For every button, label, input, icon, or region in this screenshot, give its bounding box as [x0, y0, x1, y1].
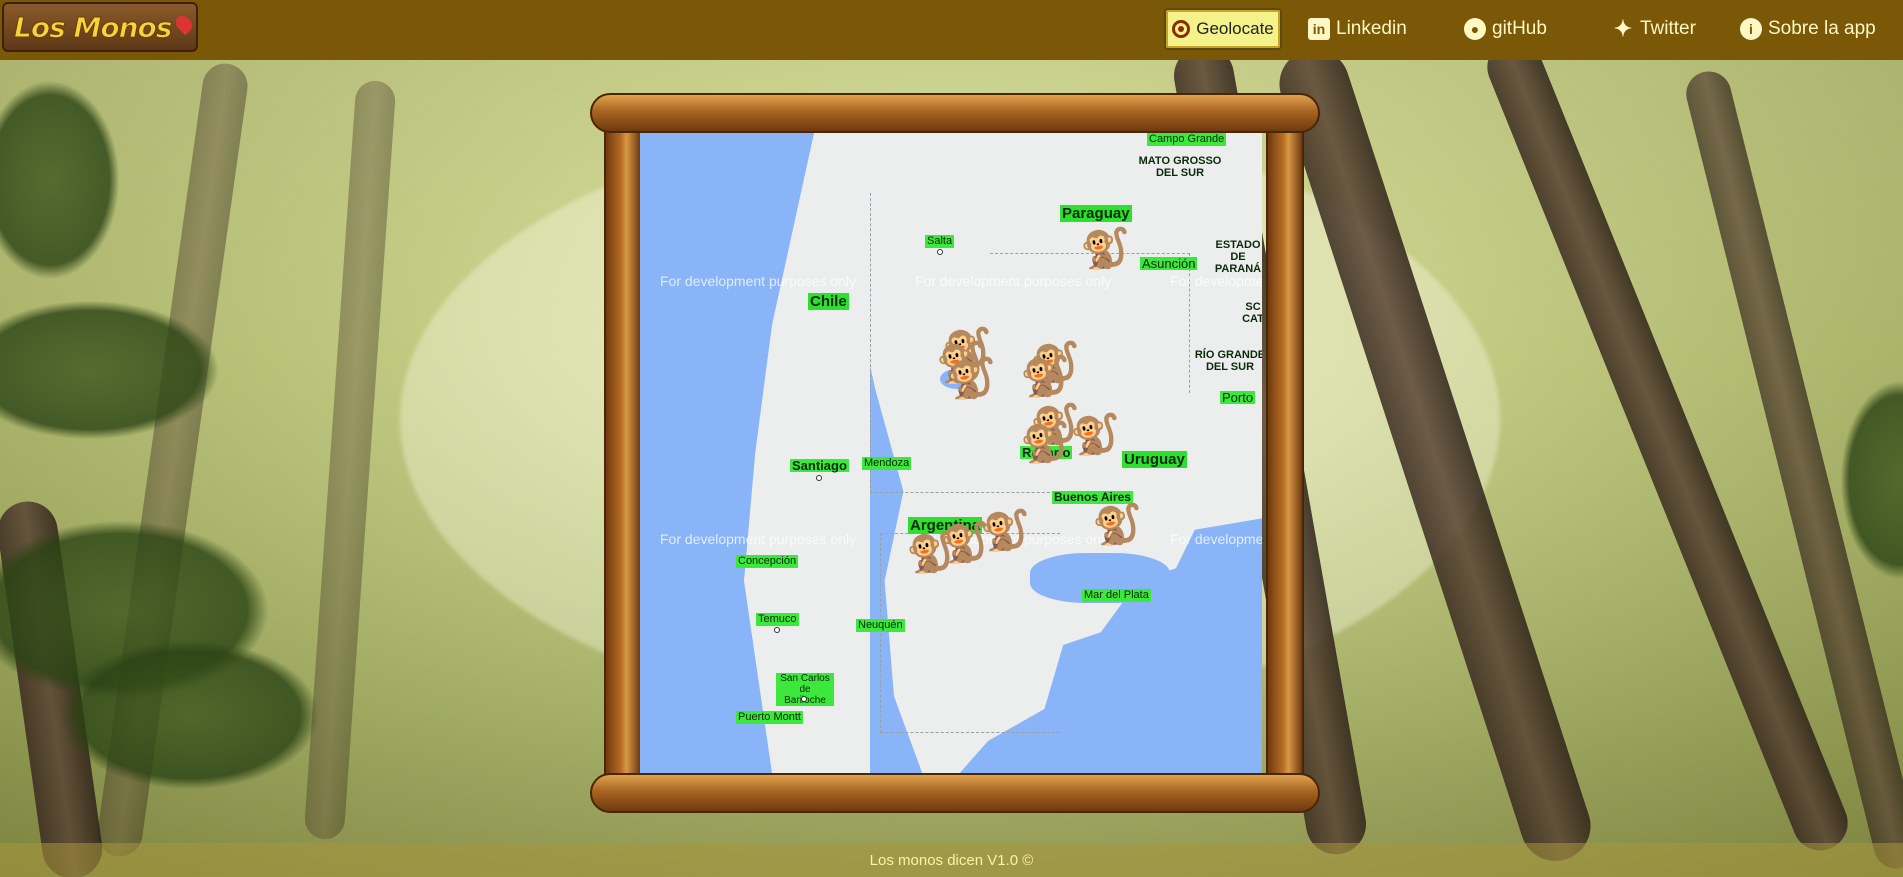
map-watermark: For development purposes only [1170, 273, 1262, 289]
crosshair-icon [1172, 20, 1191, 38]
frame-log-top [590, 93, 1320, 133]
map-watermark: For development purposes only [915, 273, 1112, 289]
monkey-marker[interactable]: 🐒 [980, 511, 1030, 551]
footer-text: Los monos dicen V1.0 © [869, 851, 1034, 869]
palm-leaves [60, 640, 320, 790]
map-watermark: For development purposes only [660, 273, 857, 289]
linkedin-label: Linkedin [1336, 18, 1407, 39]
geolocate-button[interactable]: Geolocate [1164, 8, 1282, 50]
map-label-asuncion: Asunción [1140, 256, 1198, 271]
map-view[interactable]: For development purposes only For develo… [640, 133, 1262, 773]
info-icon: i [1740, 18, 1762, 40]
about-link[interactable]: i Sobre la app [1740, 18, 1876, 40]
frame-log-left [604, 105, 642, 795]
map-watermark: For development purposes only [1170, 531, 1262, 547]
twitter-link[interactable]: ✦ Twitter [1612, 16, 1696, 41]
frame-log-right [1266, 105, 1304, 795]
city-dot [801, 696, 807, 702]
map-label-campo-grande: Campo Grande [1147, 133, 1227, 146]
city-dot [774, 627, 780, 633]
city-dot [937, 249, 943, 255]
map-label-neuquen: Neuquén [856, 619, 905, 632]
twitter-icon: ✦ [1613, 16, 1633, 41]
linkedin-link[interactable]: in Linkedin [1308, 18, 1407, 40]
github-link[interactable]: ● gitHub [1464, 18, 1547, 40]
map-label-chile: Chile [808, 293, 849, 310]
map-label-uruguay: Uruguay [1122, 451, 1187, 468]
map-label-concepcion: Concepción [736, 555, 799, 568]
about-label: Sobre la app [1768, 18, 1876, 39]
monkey-marker[interactable]: 🐒 [1020, 357, 1070, 397]
top-navbar: Los Monos Geolocate in Linkedin ● gitHub… [0, 0, 1903, 60]
monkey-marker[interactable]: 🐒 [1092, 505, 1142, 545]
map-label-porto: Porto [1220, 390, 1256, 405]
map-label-parana: ESTADO DE PARANÁ [1214, 239, 1262, 275]
map-watermark: For development purposes only [660, 531, 857, 547]
monkey-marker[interactable]: 🐒 [1070, 415, 1120, 455]
city-dot [816, 475, 822, 481]
app-logo[interactable]: Los Monos [2, 2, 198, 52]
map-label-santiago: Santiago [790, 458, 849, 473]
page-footer: Los monos dicen V1.0 © [0, 843, 1903, 877]
monkey-marker[interactable]: 🐒 [1020, 423, 1070, 463]
map-label-mato-grosso: MATO GROSSO DEL SUR [1138, 155, 1222, 179]
map-label-sc: SC CAT [1242, 301, 1262, 325]
geolocate-label: Geolocate [1196, 19, 1274, 38]
map-label-puerto-montt: Puerto Montt [736, 711, 803, 724]
logo-text: Los Monos [13, 10, 172, 44]
palm-leaves [1840, 380, 1903, 580]
linkedin-icon: in [1308, 18, 1330, 40]
map-label-rio-grande: RÍO GRANDE DEL SUR [1194, 349, 1262, 373]
map-pin-icon [173, 12, 196, 36]
monkey-marker[interactable]: 🐒 [946, 359, 996, 399]
map-label-mendoza: Mendoza [862, 457, 912, 470]
frame-log-bottom [590, 773, 1320, 813]
twitter-label: Twitter [1640, 18, 1696, 39]
palm-leaves [0, 80, 120, 280]
github-label: gitHub [1492, 18, 1547, 39]
palm-leaves [0, 300, 220, 440]
map-label-mar-del-plata: Mar del Plata [1082, 589, 1151, 602]
monkey-marker[interactable]: 🐒 [1080, 229, 1130, 269]
map-label-temuco: Temuco [756, 613, 799, 626]
map-label-paraguay: Paraguay [1060, 205, 1132, 222]
github-icon: ● [1464, 18, 1486, 40]
map-label-salta: Salta [925, 235, 955, 248]
